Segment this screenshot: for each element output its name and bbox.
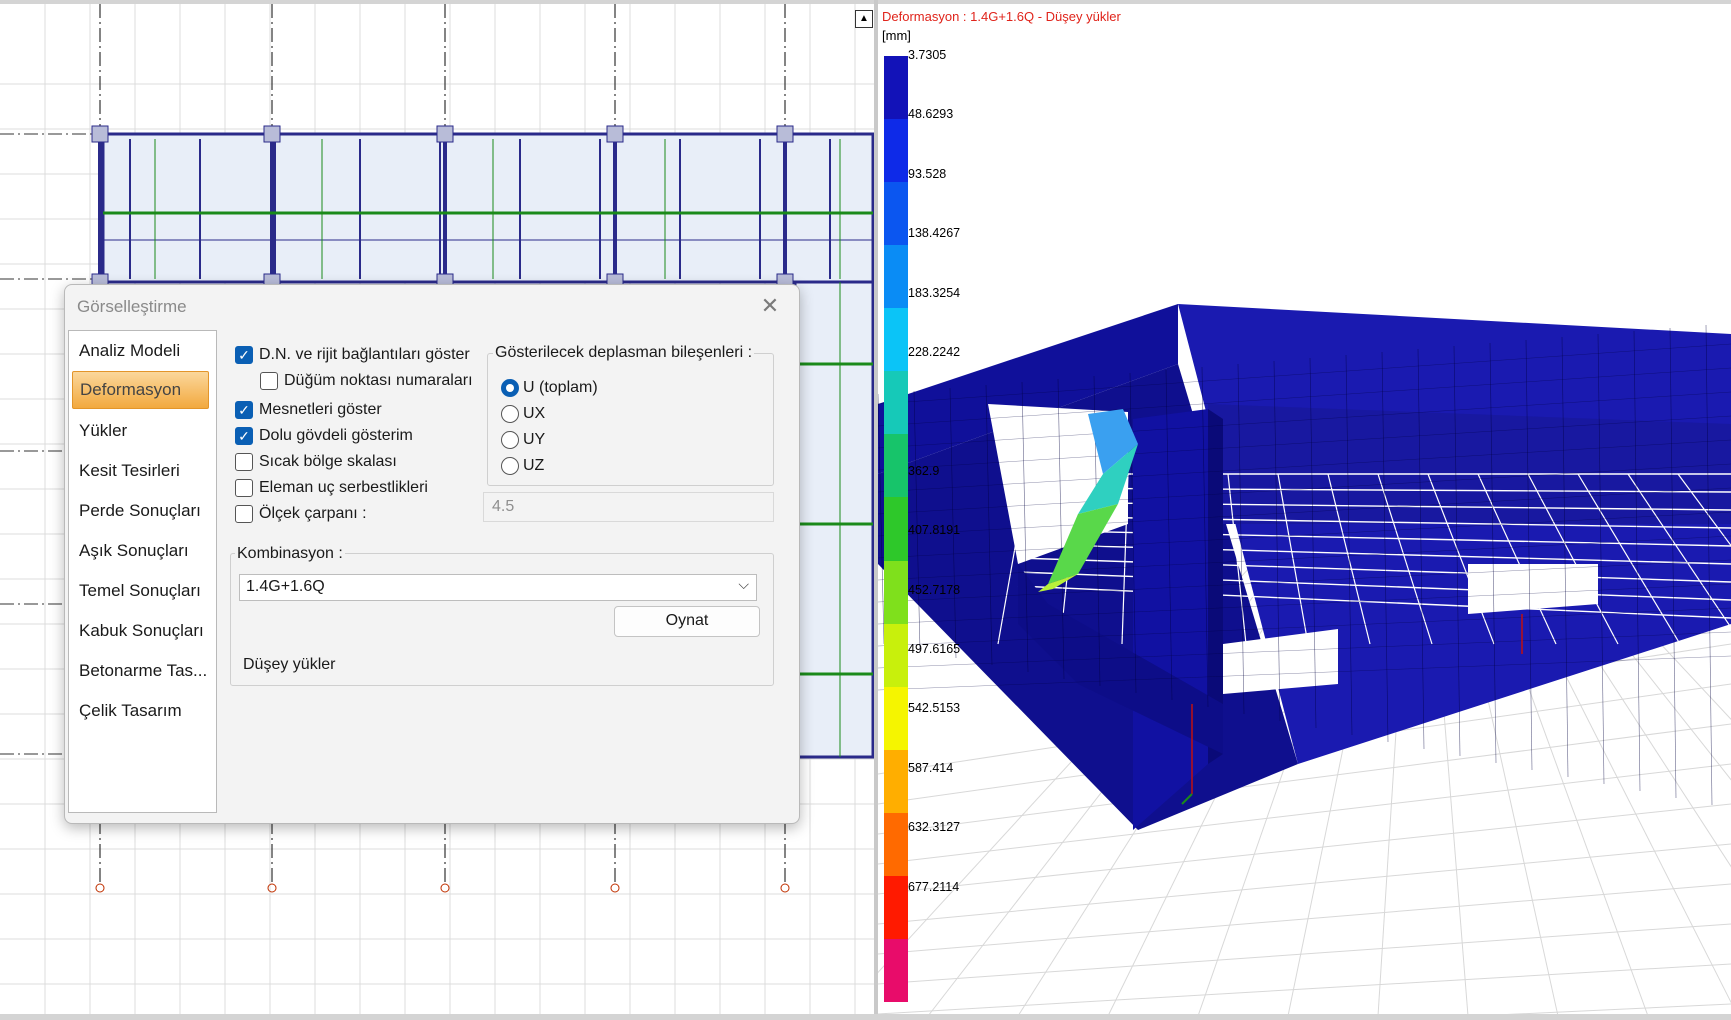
category-list: Analiz Modeli Deformasyon Yükler Kesit T…: [68, 330, 217, 813]
legend-label: 362.9: [908, 463, 940, 478]
check-icon: ✓: [235, 401, 253, 419]
nav-item-analiz-modeli[interactable]: Analiz Modeli: [79, 341, 180, 361]
scale-factor-label: Ölçek çarpanı :: [259, 505, 367, 522]
nav-item-deformasyon[interactable]: Deformasyon: [72, 371, 209, 409]
legend-label: 542.5153: [908, 701, 961, 716]
radio-ux[interactable]: UX: [501, 403, 545, 425]
scale-factor-input[interactable]: 4.5: [483, 492, 774, 522]
legend-swatch: [884, 875, 908, 939]
end-releases-label: Eleman uç serbestlikleri: [259, 479, 428, 496]
legend-swatch: [884, 182, 908, 246]
visualization-dialog: Görselleştirme ✕ Analiz Modeli Deformasy…: [64, 284, 800, 824]
radio-icon: [501, 405, 519, 423]
legend-swatch: [884, 938, 908, 1002]
check-icon: ✓: [235, 427, 253, 445]
combination-value: 1.4G+1.6Q: [246, 578, 325, 595]
radio-icon: [501, 457, 519, 475]
legend-swatch: [884, 245, 908, 309]
nav-item-perde-sonuclari[interactable]: Perde Sonuçları: [79, 501, 201, 521]
legend-swatch: [884, 497, 908, 561]
dialog-title: Görselleştirme: [77, 297, 187, 316]
nav-item-kabuk-sonuclari[interactable]: Kabuk Sonuçları: [79, 621, 204, 641]
legend-label: 138.4267: [908, 226, 961, 241]
end-releases-checkbox[interactable]: Eleman uç serbestlikleri: [235, 476, 428, 500]
checkbox-box: [235, 453, 253, 471]
show-dn-checkbox[interactable]: ✓ D.N. ve rijit bağlantıları göster: [235, 343, 470, 367]
nav-item-betonarme-tasarim[interactable]: Betonarme Tas...: [79, 661, 207, 681]
legend-swatch: [884, 434, 908, 498]
legend-label: 497.6165: [908, 642, 961, 656]
show-supports-checkbox[interactable]: ✓ Mesnetleri göster: [235, 398, 382, 422]
check-icon: ✓: [235, 346, 253, 364]
legend-label: 228.2242: [908, 345, 961, 359]
radio-ux-label: UX: [523, 405, 546, 422]
legend-label: 3.7305: [908, 48, 947, 62]
nav-item-kesit-tesirleri[interactable]: Kesit Tesirleri: [79, 461, 180, 481]
solid-body-checkbox[interactable]: ✓ Dolu gövdeli gösterim: [235, 424, 413, 448]
legend-label: 407.8191: [908, 523, 961, 538]
checkbox-box: [235, 479, 253, 497]
legend-label: 587.414: [908, 760, 954, 775]
heat-scale-label: Sıcak bölge skalası: [259, 453, 397, 470]
legend-label: 452.7178: [908, 582, 961, 597]
legend-label: 677.2114: [908, 879, 960, 894]
nav-item-asik-sonuclari[interactable]: Aşık Sonuçları: [79, 541, 189, 561]
radio-selected-icon: [501, 379, 519, 397]
show-supports-label: Mesnetleri göster: [259, 401, 382, 418]
legend-swatch: [884, 371, 908, 435]
legend-swatch: [884, 560, 908, 624]
nav-item-temel-sonuclari[interactable]: Temel Sonuçları: [79, 581, 201, 601]
chevron-down-icon: ⌵: [738, 576, 749, 592]
collapse-triangle-icon[interactable]: ▲: [855, 10, 873, 28]
show-dn-label: D.N. ve rijit bağlantıları göster: [259, 346, 470, 363]
node-numbers-label: Düğüm noktası numaraları: [284, 372, 473, 389]
load-case-label: Düşey yükler: [243, 656, 336, 673]
play-button[interactable]: Oynat: [614, 606, 760, 637]
radio-u-total[interactable]: U (toplam): [501, 377, 598, 399]
deformation-3d-model: [878, 304, 1731, 1016]
node-numbers-checkbox[interactable]: Düğüm noktası numaraları: [260, 369, 473, 393]
radio-uy[interactable]: UY: [501, 429, 545, 451]
legend-swatch: [884, 56, 908, 120]
scale-factor-checkbox[interactable]: Ölçek çarpanı :: [235, 502, 367, 526]
radio-u-total-label: U (toplam): [523, 379, 598, 396]
radio-uy-label: UY: [523, 431, 546, 448]
radio-uz[interactable]: UZ: [501, 455, 544, 477]
legend-label: 93.528: [908, 166, 947, 181]
legend-swatch: [884, 686, 908, 750]
legend-unit: [mm]: [882, 28, 911, 43]
legend-swatch: [884, 812, 908, 876]
legend-label: 632.3127: [908, 820, 961, 835]
legend-swatch: [884, 623, 908, 687]
legend-swatch: [884, 119, 908, 183]
combination-label: Kombinasyon :: [235, 545, 345, 563]
combination-select[interactable]: 1.4G+1.6Q ⌵: [239, 574, 757, 601]
close-icon[interactable]: ✕: [757, 293, 783, 319]
checkbox-box: [235, 505, 253, 523]
checkbox-box: [260, 372, 278, 390]
nav-item-yukler[interactable]: Yükler: [79, 421, 127, 441]
radio-icon: [501, 431, 519, 449]
legend-swatch: [884, 308, 908, 372]
bottom-border: [0, 1014, 1731, 1020]
nav-item-celik-tasarim[interactable]: Çelik Tasarım: [79, 701, 182, 721]
heat-scale-checkbox[interactable]: Sıcak bölge skalası: [235, 450, 397, 474]
color-legend: [884, 56, 908, 1002]
legend-swatch: [884, 749, 908, 813]
solid-body-label: Dolu gövdeli gösterim: [259, 427, 413, 444]
legend-label: 183.3254: [908, 285, 961, 300]
legend-label: 48.6293: [908, 107, 954, 122]
displacement-components-title: Gösterilecek deplasman bileşenleri :: [493, 344, 755, 362]
radio-uz-label: UZ: [523, 457, 545, 474]
deformation-3d-viewport[interactable]: Deformasyon : 1.4G+1.6Q - Düşey yükler […: [878, 4, 1731, 1016]
deformation-title: Deformasyon : 1.4G+1.6Q - Düşey yükler: [882, 9, 1121, 24]
